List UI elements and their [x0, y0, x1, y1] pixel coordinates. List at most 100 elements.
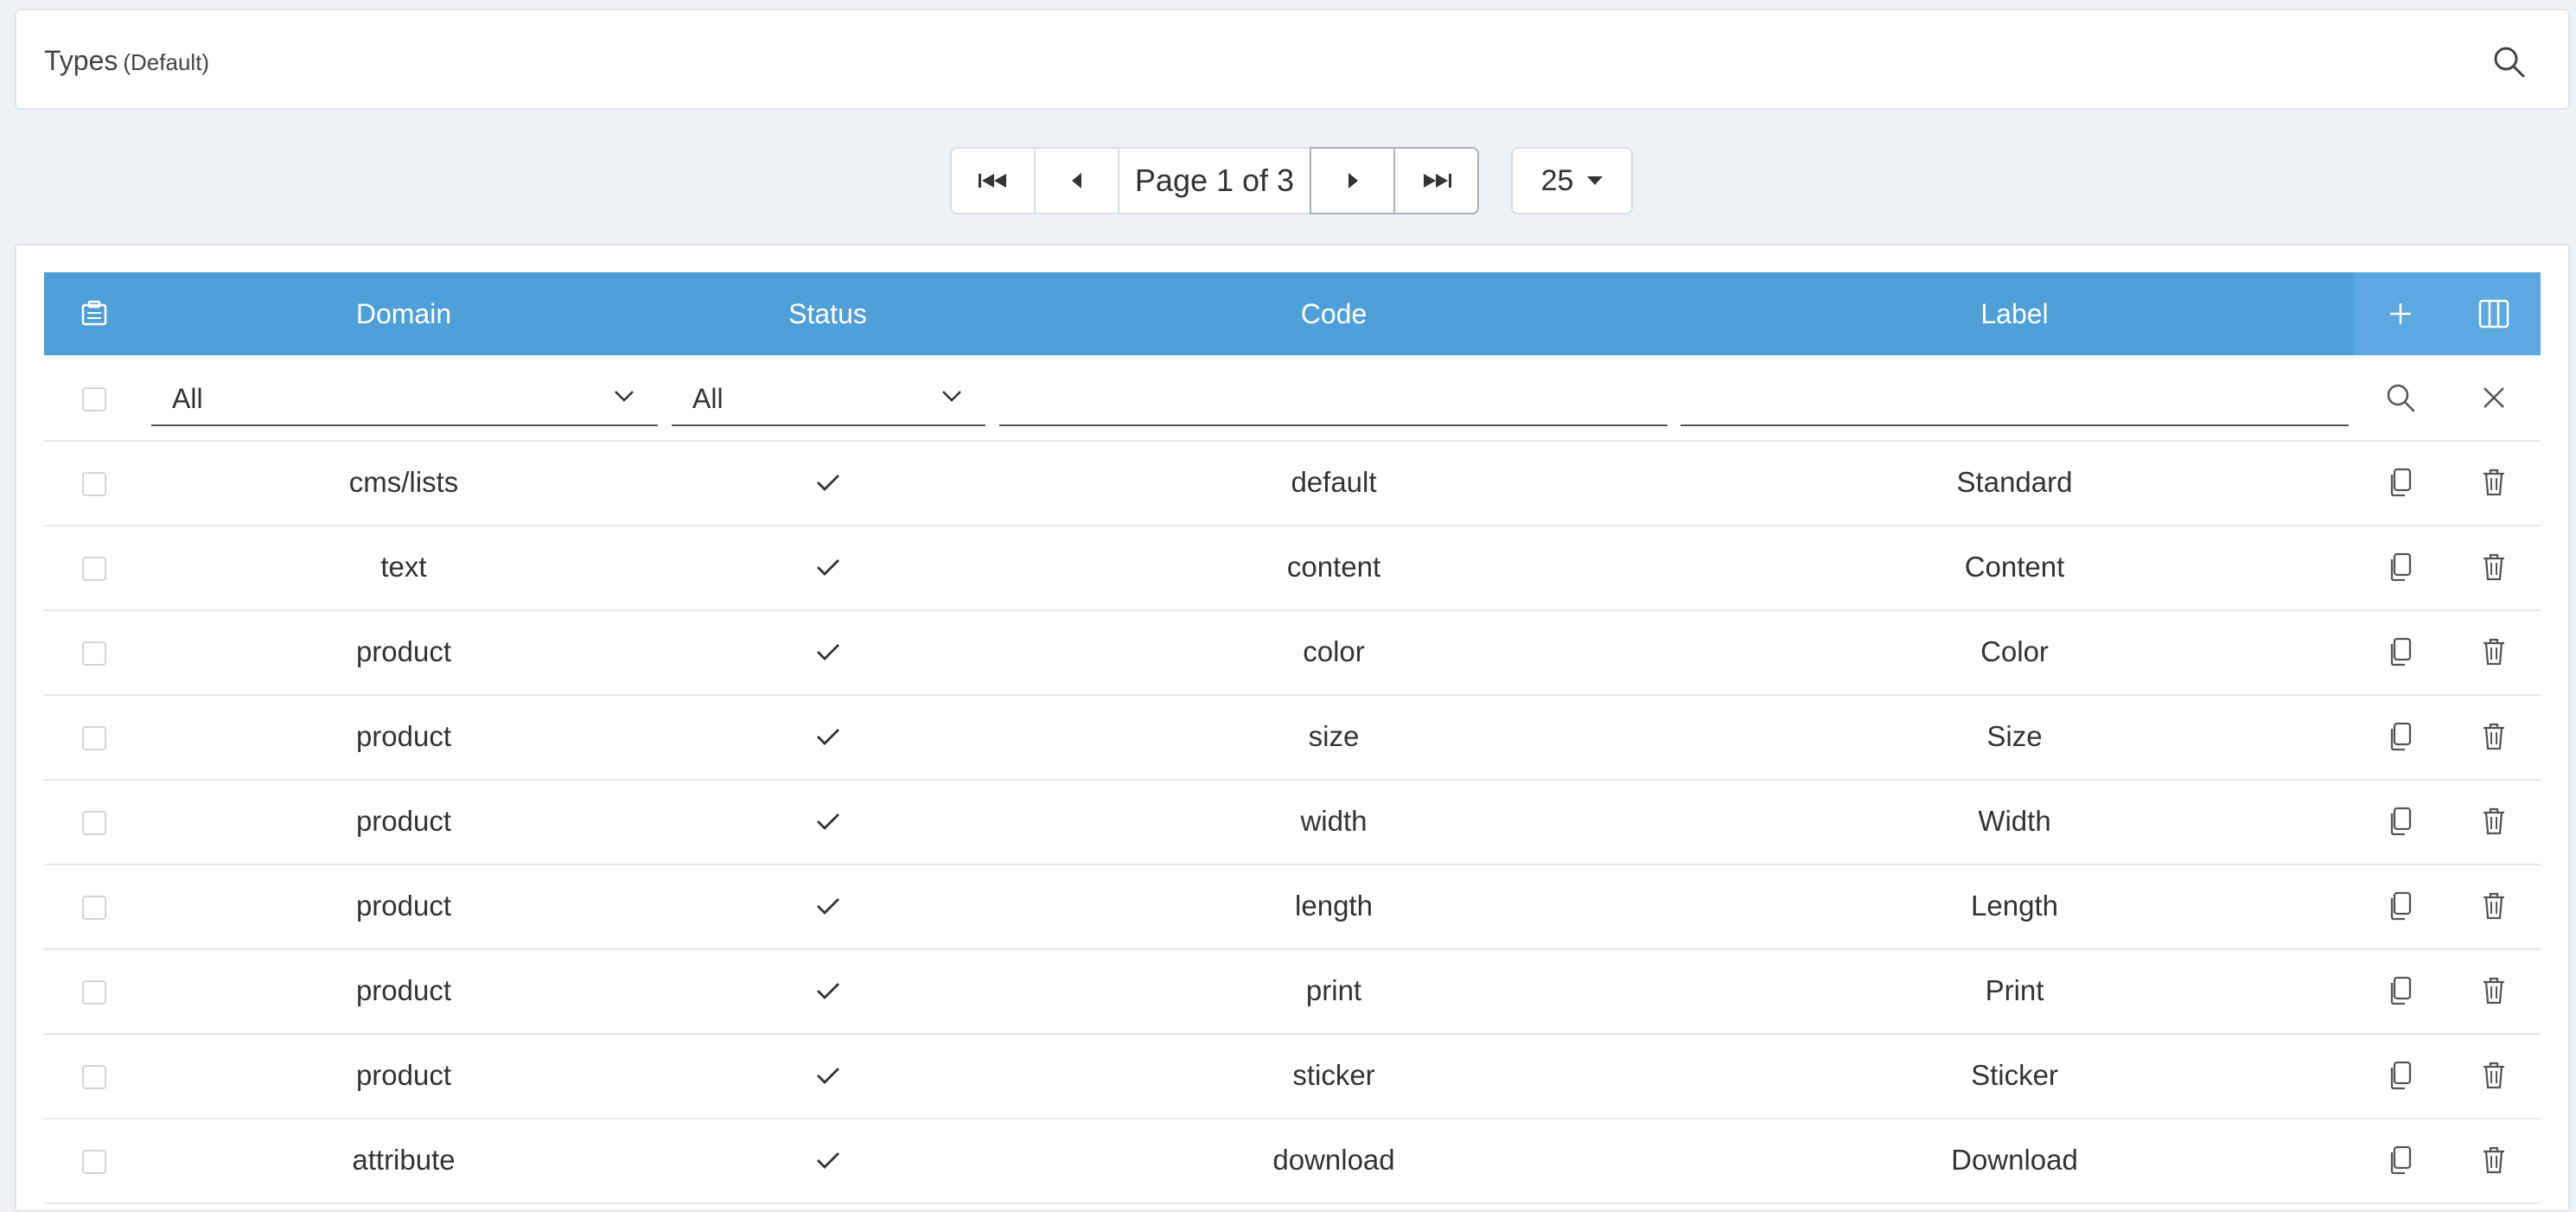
- copy-icon[interactable]: [2354, 609, 2447, 694]
- cell-domain: product: [355, 720, 452, 752]
- filter-search-icon[interactable]: [2354, 355, 2447, 440]
- page-title: Types (Default): [44, 45, 209, 77]
- row-checkbox[interactable]: [82, 557, 106, 581]
- row-checkbox[interactable]: [82, 1065, 106, 1089]
- cell-code: content: [1286, 551, 1381, 583]
- cell-label: Width: [1978, 805, 2051, 837]
- table-row[interactable]: product width Width: [44, 779, 2541, 865]
- trash-icon[interactable]: [2447, 779, 2541, 864]
- cell-code: length: [1295, 890, 1373, 922]
- cell-label: Print: [1985, 974, 2044, 1006]
- cell-domain: attribute: [352, 1144, 456, 1176]
- caret-down-icon: [1587, 176, 1604, 185]
- trash-icon[interactable]: [2447, 694, 2541, 779]
- trash-icon[interactable]: [2447, 1118, 2541, 1202]
- next-page-button[interactable]: [1310, 147, 1395, 214]
- clear-filter-icon[interactable]: [2447, 355, 2541, 440]
- search-icon[interactable]: [2490, 43, 2528, 81]
- status-check-icon: [663, 609, 992, 694]
- domain-filter-value: All: [172, 383, 203, 414]
- skip-first-icon: [978, 174, 1006, 188]
- trash-icon[interactable]: [2447, 609, 2541, 694]
- cell-domain: product: [355, 635, 452, 667]
- header-actions: [2354, 272, 2541, 355]
- last-page-button[interactable]: [1393, 147, 1479, 214]
- copy-icon[interactable]: [2354, 440, 2447, 525]
- table-row[interactable]: product length Length: [44, 864, 2541, 950]
- status-check-icon: [663, 864, 992, 948]
- table-row[interactable]: attribute download Download: [44, 1118, 2541, 1204]
- copy-icon[interactable]: [2354, 525, 2447, 609]
- copy-icon[interactable]: [2354, 948, 2447, 1033]
- header-card: Types (Default): [15, 9, 2570, 110]
- copy-icon[interactable]: [2354, 779, 2447, 864]
- cell-code: sticker: [1292, 1059, 1375, 1091]
- previous-page-button[interactable]: [1034, 147, 1119, 214]
- column-label[interactable]: Label: [1675, 272, 2354, 355]
- cell-domain: product: [355, 1059, 452, 1091]
- trash-icon[interactable]: [2447, 1033, 2541, 1118]
- row-checkbox[interactable]: [82, 980, 106, 1005]
- column-status[interactable]: Status: [663, 272, 992, 355]
- trash-icon[interactable]: [2447, 525, 2541, 609]
- row-checkbox[interactable]: [82, 811, 106, 835]
- page-info: Page 1 of 3: [1118, 147, 1311, 214]
- table-row[interactable]: product print Print: [44, 948, 2541, 1035]
- column-code[interactable]: Code: [992, 272, 1675, 355]
- trash-icon[interactable]: [2447, 864, 2541, 948]
- table-header: Domain Status Code Label: [44, 272, 2541, 355]
- filter-row: All All: [44, 355, 2541, 442]
- cell-code: width: [1300, 805, 1368, 837]
- column-domain[interactable]: Domain: [144, 272, 663, 355]
- copy-icon[interactable]: [2354, 1033, 2447, 1118]
- cell-code: print: [1305, 974, 1362, 1006]
- cell-code: color: [1303, 635, 1365, 667]
- cell-domain: cms/lists: [348, 466, 459, 498]
- per-page-value: 25: [1540, 163, 1574, 197]
- status-check-icon: [663, 440, 992, 525]
- cell-domain: product: [355, 805, 452, 837]
- cell-label: Standard: [1956, 466, 2073, 498]
- trash-icon[interactable]: [2447, 440, 2541, 525]
- caret-left-icon: [1071, 173, 1081, 188]
- row-checkbox[interactable]: [82, 726, 106, 750]
- first-page-button[interactable]: [950, 147, 1036, 214]
- select-all-checkbox[interactable]: [82, 387, 106, 411]
- row-checkbox[interactable]: [82, 1150, 106, 1174]
- cell-label: Sticker: [1971, 1059, 2058, 1091]
- copy-icon[interactable]: [2354, 694, 2447, 779]
- per-page-select[interactable]: 25: [1511, 147, 1633, 214]
- status-check-icon: [663, 1033, 992, 1118]
- cell-label: Color: [1980, 635, 2049, 667]
- copy-icon[interactable]: [2354, 864, 2447, 948]
- status-filter-select[interactable]: All: [672, 369, 985, 426]
- columns-icon[interactable]: [2447, 272, 2541, 355]
- row-checkbox[interactable]: [82, 472, 106, 496]
- table-row[interactable]: cms/lists default Standard: [44, 440, 2541, 526]
- cell-code: download: [1272, 1144, 1395, 1176]
- table-row[interactable]: text content Content: [44, 525, 2541, 611]
- code-filter-input[interactable]: [999, 369, 1667, 426]
- table-card: Domain Status Code Label All All cms/lis…: [15, 244, 2570, 1212]
- trash-icon[interactable]: [2447, 948, 2541, 1033]
- table-row[interactable]: product sticker Sticker: [44, 1033, 2541, 1120]
- select-all-icon[interactable]: [44, 272, 144, 355]
- caret-right-icon: [1348, 173, 1358, 188]
- status-check-icon: [663, 694, 992, 779]
- pagination: Page 1 of 3: [950, 147, 1479, 214]
- add-icon[interactable]: [2354, 272, 2447, 355]
- cell-label: Download: [1951, 1144, 2078, 1176]
- copy-icon[interactable]: [2354, 1118, 2447, 1202]
- table-row[interactable]: product color Color: [44, 609, 2541, 696]
- domain-filter-select[interactable]: All: [151, 369, 658, 426]
- status-check-icon: [663, 779, 992, 864]
- chevron-down-icon: [615, 391, 634, 402]
- row-checkbox[interactable]: [82, 896, 106, 920]
- chevron-down-icon: [942, 391, 961, 402]
- label-filter-input[interactable]: [1680, 369, 2349, 426]
- skip-last-icon: [1423, 174, 1451, 188]
- cell-code: default: [1291, 466, 1377, 498]
- table-row[interactable]: product size Size: [44, 694, 2541, 781]
- row-checkbox[interactable]: [82, 641, 106, 666]
- cell-label: Size: [1986, 720, 2043, 752]
